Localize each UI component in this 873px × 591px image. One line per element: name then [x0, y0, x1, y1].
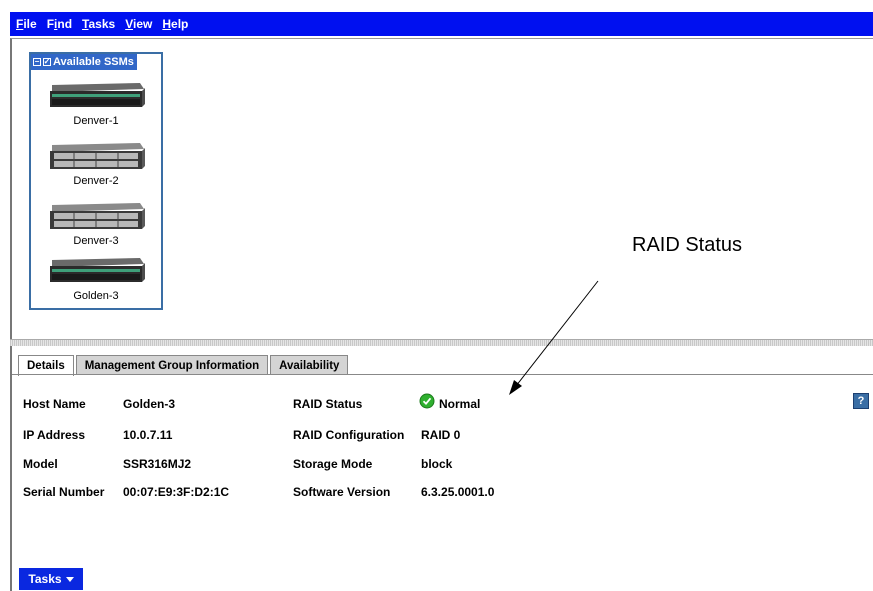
- ssm-item-label: Golden-3: [73, 290, 119, 302]
- tab-management-group-information[interactable]: Management Group Information: [75, 355, 269, 375]
- available-ssms-title: Available SSMs: [53, 56, 134, 68]
- menu-view[interactable]: View: [125, 12, 152, 36]
- ssm-tree-pane: − ✓ Available SSMs Denver-1 Denver-2 Den…: [10, 38, 873, 339]
- check-circle-icon: [419, 393, 435, 409]
- caret-down-icon: [65, 576, 74, 582]
- collapse-icon[interactable]: −: [33, 58, 41, 66]
- storage-mode-label: Storage Mode: [293, 457, 373, 471]
- ssm-item-golden-3[interactable]: Golden-3: [36, 254, 156, 302]
- tab-strip: Details Management Group Information Ava…: [18, 355, 350, 376]
- menu-bar: File Find Tasks View Help: [10, 12, 873, 36]
- storage-module-icon: [50, 203, 145, 229]
- model-label: Model: [23, 457, 58, 471]
- menu-view-mnemonic: V: [125, 17, 133, 31]
- tab-divider: [12, 374, 873, 375]
- menu-tasks[interactable]: Tasks: [82, 12, 115, 36]
- ip-address-label: IP Address: [23, 428, 86, 442]
- menu-find-rest: nd: [57, 17, 73, 31]
- menu-tasks-rest: asks: [88, 17, 116, 31]
- callout-label: RAID Status: [632, 234, 743, 256]
- menu-view-rest: iew: [133, 17, 153, 31]
- storage-module-icon: [50, 83, 145, 107]
- menu-help-rest: elp: [171, 17, 189, 31]
- menu-find-first: F: [46, 17, 55, 31]
- help-button[interactable]: ?: [853, 393, 869, 409]
- software-version-label: Software Version: [293, 485, 391, 499]
- ssm-item-label: Denver-2: [73, 175, 119, 187]
- available-ssms-panel: − ✓ Available SSMs Denver-1 Denver-2 Den…: [29, 52, 163, 310]
- tab-details[interactable]: Details: [18, 355, 74, 376]
- details-pane: Details Management Group Information Ava…: [10, 346, 873, 591]
- ssm-item-label: Denver-3: [73, 235, 119, 247]
- ssm-item-denver-1[interactable]: Denver-1: [36, 79, 156, 127]
- serial-number-label: Serial Number: [23, 485, 105, 499]
- menu-find[interactable]: Find: [47, 12, 72, 36]
- menu-help-mnemonic: H: [162, 17, 172, 31]
- storage-mode-value: block: [421, 457, 453, 471]
- available-ssms-header[interactable]: − ✓ Available SSMs: [31, 54, 137, 70]
- model-value: SSR316MJ2: [123, 457, 192, 471]
- host-name-label: Host Name: [23, 397, 86, 411]
- tasks-button[interactable]: Tasks: [19, 568, 83, 590]
- ssm-item-denver-2[interactable]: Denver-2: [36, 139, 156, 187]
- raid-status-label: RAID Status: [293, 397, 363, 411]
- host-name-value: Golden-3: [123, 397, 176, 411]
- tab-availability[interactable]: Availability: [270, 355, 349, 375]
- software-version-value: 6.3.25.0001.0: [421, 485, 495, 499]
- menu-file[interactable]: File: [16, 12, 37, 36]
- serial-number-value: 00:07:E9:3F:D2:1C: [123, 485, 230, 499]
- storage-module-icon: [50, 258, 145, 282]
- checkbox-icon[interactable]: ✓: [43, 58, 51, 66]
- storage-module-icon: [50, 143, 145, 169]
- raid-configuration-value: RAID 0: [421, 428, 461, 442]
- menu-file-rest: ile: [23, 17, 37, 31]
- menu-help[interactable]: Help: [162, 12, 188, 36]
- app-window: File Find Tasks View Help − ✓ Available …: [10, 12, 873, 591]
- tasks-button-label: Tasks: [28, 572, 62, 586]
- ssm-item-label: Denver-1: [73, 115, 119, 127]
- ip-address-value: 10.0.7.11: [123, 428, 173, 442]
- ssm-item-denver-3[interactable]: Denver-3: [36, 199, 156, 247]
- raid-configuration-label: RAID Configuration: [293, 428, 405, 442]
- raid-status-value: Normal: [439, 397, 481, 411]
